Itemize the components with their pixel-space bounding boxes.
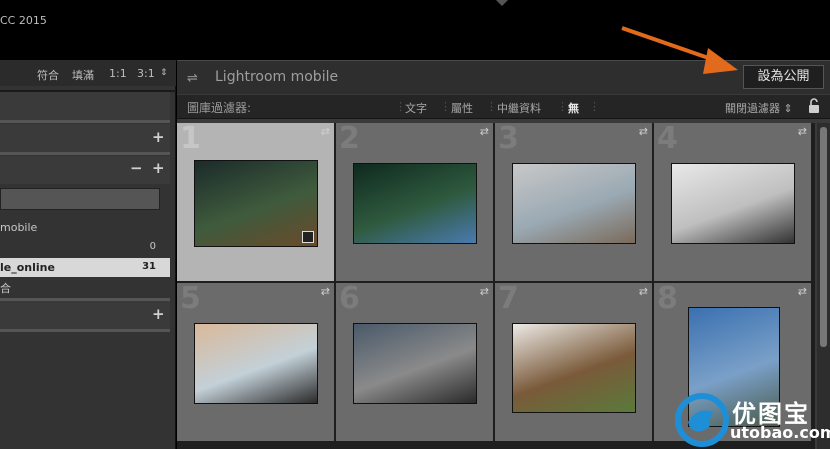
- annotation-arrow-icon: [621, 26, 738, 74]
- bird-logo-icon: [675, 393, 729, 447]
- watermark: 优图宝 utobao.com: [675, 390, 830, 449]
- watermark-url: utobao.com: [730, 423, 830, 442]
